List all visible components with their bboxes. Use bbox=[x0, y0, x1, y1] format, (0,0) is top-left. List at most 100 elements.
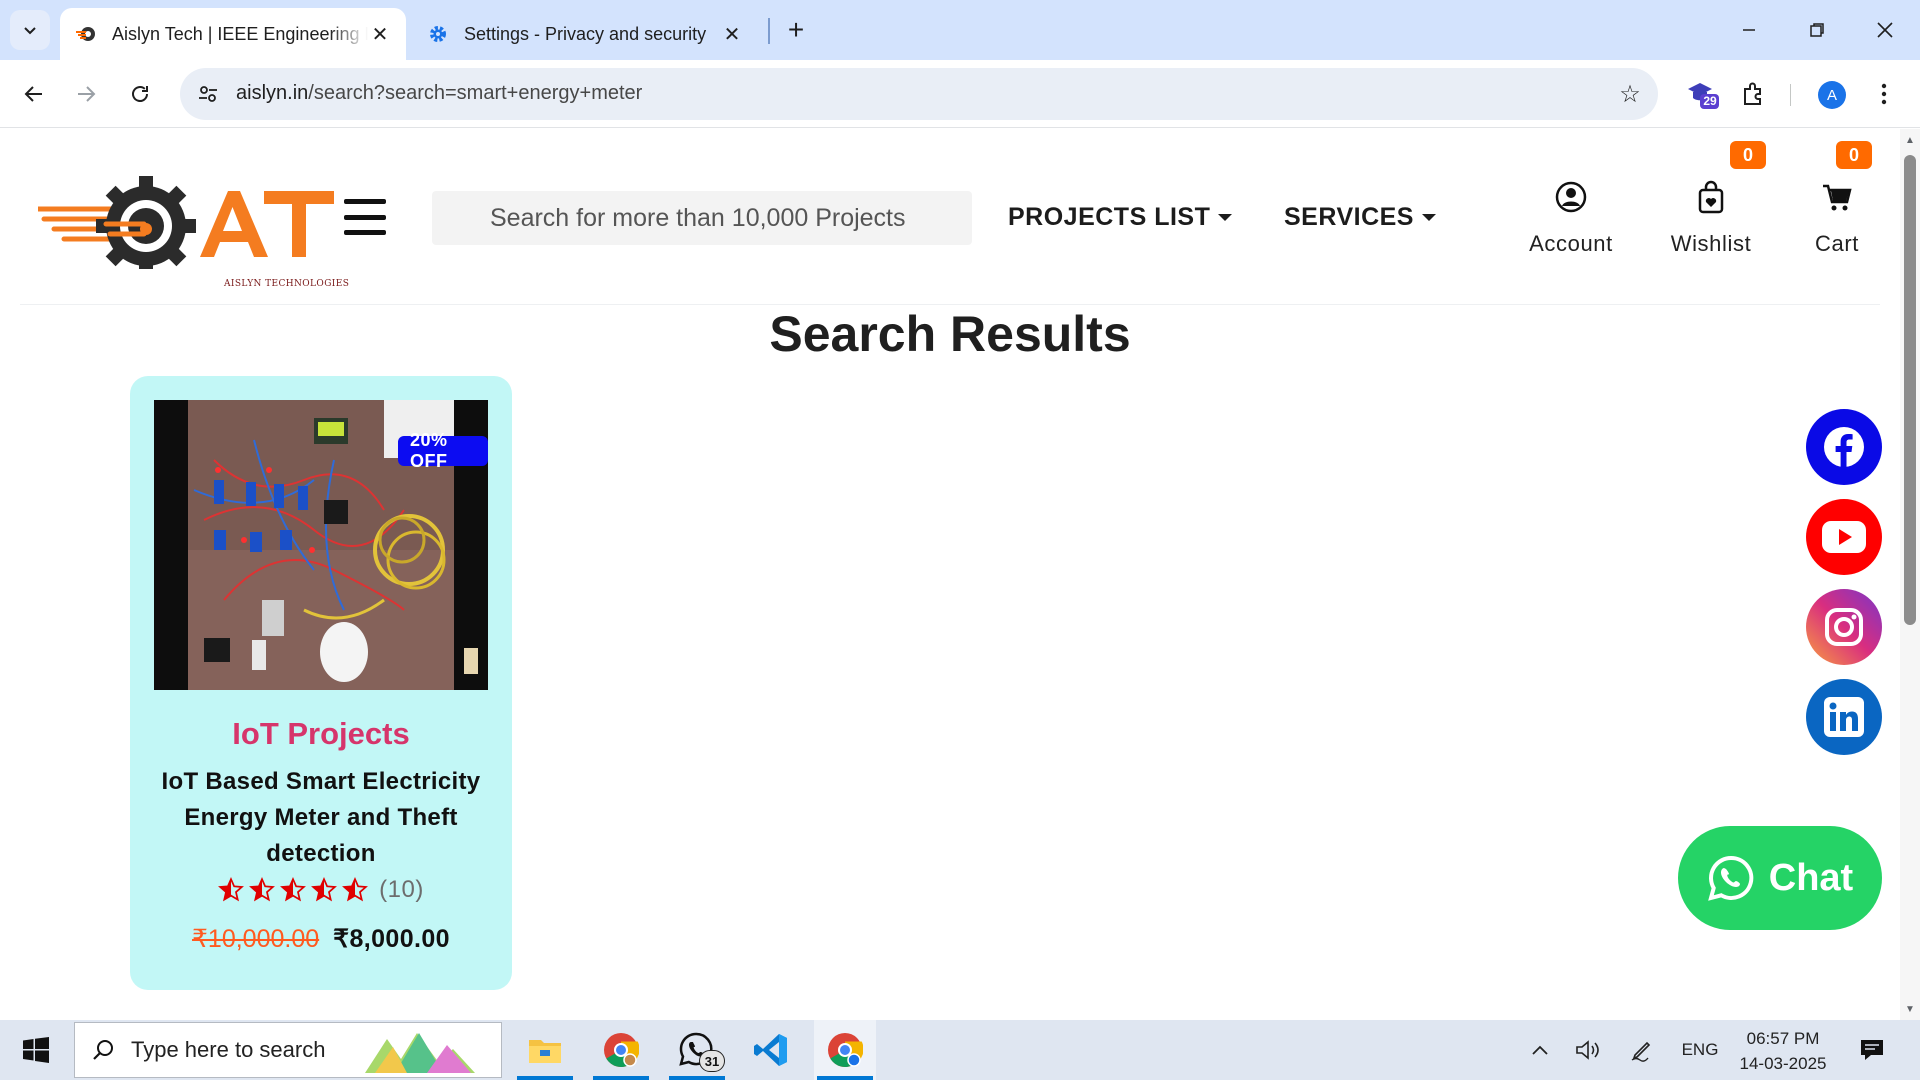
account-label: Account bbox=[1529, 231, 1613, 256]
star-half-icon bbox=[311, 877, 338, 902]
search-icon bbox=[75, 1038, 131, 1062]
minimize-icon bbox=[1743, 29, 1755, 31]
caret-down-icon bbox=[1421, 214, 1436, 221]
browser-menu-button[interactable] bbox=[1864, 74, 1904, 114]
facebook-icon bbox=[1824, 427, 1864, 467]
forward-button[interactable] bbox=[66, 74, 106, 114]
star-half-icon bbox=[218, 877, 245, 902]
notifications-button[interactable] bbox=[1856, 1036, 1888, 1064]
whatsapp-app[interactable]: 31 bbox=[666, 1020, 728, 1080]
extensions-button[interactable] bbox=[1734, 74, 1774, 114]
hamburger-menu-icon[interactable] bbox=[344, 199, 386, 235]
whatsapp-unread-badge: 31 bbox=[699, 1050, 725, 1072]
page-scrollbar[interactable]: ▲ ▼ bbox=[1900, 129, 1920, 1020]
wishlist-link[interactable]: Wishlist bbox=[1646, 179, 1776, 257]
cart-link[interactable]: Cart bbox=[1772, 179, 1900, 257]
product-title[interactable]: IoT Based Smart Electricity Energy Meter… bbox=[160, 764, 482, 872]
minimize-button[interactable] bbox=[1714, 0, 1784, 60]
tab-aislyn[interactable]: Aislyn Tech | IEEE Engineering Projects … bbox=[60, 8, 406, 60]
arrow-left-icon bbox=[24, 86, 42, 102]
facebook-button[interactable] bbox=[1806, 409, 1882, 485]
product-card[interactable]: 20% OFF IoT Projects IoT Based Smart Ele… bbox=[130, 376, 512, 990]
volume-button[interactable] bbox=[1574, 1036, 1602, 1064]
cart-icon bbox=[1821, 179, 1853, 215]
chat-label: Chat bbox=[1768, 856, 1854, 899]
back-button[interactable] bbox=[14, 74, 54, 114]
hamburger-bar bbox=[344, 214, 386, 220]
linkedin-button[interactable] bbox=[1806, 679, 1882, 755]
sale-price: ₹8,000.00 bbox=[333, 925, 450, 953]
running-indicator bbox=[817, 1076, 873, 1080]
aislyn-logo-icon bbox=[35, 176, 334, 276]
address-bar[interactable]: aislyn.in/search?search=smart+energy+met… bbox=[180, 68, 1658, 120]
linkedin-icon bbox=[1824, 697, 1864, 737]
windows-taskbar: Type here to search 31 ENG 06:57 PM 14-0… bbox=[0, 1020, 1920, 1080]
extension-button[interactable]: 29 bbox=[1682, 74, 1722, 114]
start-button[interactable] bbox=[8, 1028, 64, 1072]
folder-icon bbox=[529, 1040, 561, 1063]
logo-subtitle: AISLYN TECHNOLOGIES bbox=[224, 279, 350, 289]
reload-button[interactable] bbox=[120, 74, 160, 114]
scroll-up-icon[interactable]: ▲ bbox=[1904, 133, 1916, 147]
tab-search-button[interactable] bbox=[10, 10, 50, 50]
site-info-icon[interactable] bbox=[194, 80, 222, 108]
whatsapp-chat-button[interactable]: Chat bbox=[1678, 826, 1882, 930]
gear-icon bbox=[426, 22, 450, 46]
account-link[interactable]: Account bbox=[1506, 179, 1636, 257]
rating-count: (10) bbox=[379, 876, 424, 903]
close-window-button[interactable] bbox=[1850, 0, 1920, 60]
system-clock[interactable]: 06:57 PM 14-03-2025 bbox=[1736, 1026, 1830, 1076]
url-text: aislyn.in/search?search=smart+energy+met… bbox=[236, 82, 642, 105]
url-domain: aislyn.in bbox=[236, 82, 309, 104]
services-menu[interactable]: SERVICES bbox=[1284, 203, 1436, 232]
taskbar-search-placeholder: Type here to search bbox=[131, 1037, 326, 1062]
restore-button[interactable] bbox=[1782, 0, 1852, 60]
original-price: ₹10,000.00 bbox=[192, 925, 320, 953]
browser-tab-bar: Aislyn Tech | IEEE Engineering Projects … bbox=[0, 0, 1920, 60]
scroll-down-icon[interactable]: ▼ bbox=[1904, 1002, 1916, 1016]
tab-title: Settings - Privacy and security bbox=[464, 23, 707, 44]
site-search-input[interactable] bbox=[432, 191, 972, 245]
scrollbar-thumb[interactable] bbox=[1904, 155, 1916, 625]
show-hidden-icons-button[interactable] bbox=[1528, 1036, 1552, 1064]
web-page: AISLYN TECHNOLOGIES PROJECTS LIST SERVIC… bbox=[0, 129, 1900, 1020]
chrome-app-2[interactable] bbox=[814, 1020, 876, 1080]
windows-logo-icon bbox=[23, 1037, 49, 1063]
tab-settings[interactable]: Settings - Privacy and security ✕ bbox=[412, 8, 758, 60]
wishlist-label: Wishlist bbox=[1670, 231, 1752, 256]
instagram-button[interactable] bbox=[1806, 589, 1882, 665]
restore-icon bbox=[1810, 23, 1824, 37]
file-explorer-app[interactable] bbox=[514, 1020, 576, 1080]
services-label: SERVICES bbox=[1284, 203, 1414, 231]
projects-list-menu[interactable]: PROJECTS LIST bbox=[1008, 203, 1233, 232]
cart-label: Cart bbox=[1815, 231, 1859, 256]
browser-toolbar: aislyn.in/search?search=smart+energy+met… bbox=[0, 60, 1920, 128]
product-image[interactable]: 20% OFF bbox=[154, 400, 488, 690]
chrome-app-1[interactable] bbox=[590, 1020, 652, 1080]
site-header: AISLYN TECHNOLOGIES PROJECTS LIST SERVIC… bbox=[20, 129, 1880, 305]
product-category[interactable]: IoT Projects bbox=[130, 716, 512, 752]
new-tab-button[interactable]: + bbox=[778, 12, 814, 48]
running-indicator bbox=[593, 1076, 649, 1080]
close-tab-icon[interactable]: ✕ bbox=[368, 22, 392, 46]
extension-badge: 29 bbox=[1703, 94, 1717, 108]
aislyn-favicon-icon bbox=[74, 22, 98, 46]
vscode-app[interactable] bbox=[740, 1020, 802, 1080]
tab-title: Aislyn Tech | IEEE Engineering Projects bbox=[112, 23, 368, 44]
chrome-icon bbox=[604, 1033, 639, 1067]
bookmark-star-icon[interactable]: ☆ bbox=[1616, 80, 1644, 108]
product-rating: (10) bbox=[130, 876, 512, 904]
input-language[interactable]: ENG bbox=[1680, 1036, 1720, 1064]
close-tab-icon[interactable]: ✕ bbox=[720, 22, 744, 46]
profile-avatar[interactable]: A bbox=[1818, 81, 1846, 109]
reload-icon bbox=[132, 86, 148, 102]
pen-menu-button[interactable] bbox=[1628, 1036, 1656, 1064]
taskbar-search-box[interactable]: Type here to search bbox=[74, 1022, 502, 1078]
site-logo[interactable]: AISLYN TECHNOLOGIES bbox=[35, 169, 358, 289]
page-title: Search Results bbox=[769, 306, 1131, 362]
youtube-button[interactable] bbox=[1806, 499, 1882, 575]
pen-icon bbox=[1631, 1041, 1651, 1062]
star-half-icon bbox=[342, 877, 369, 902]
clock-date: 14-03-2025 bbox=[1739, 1054, 1827, 1073]
arrow-right-icon bbox=[78, 86, 96, 102]
